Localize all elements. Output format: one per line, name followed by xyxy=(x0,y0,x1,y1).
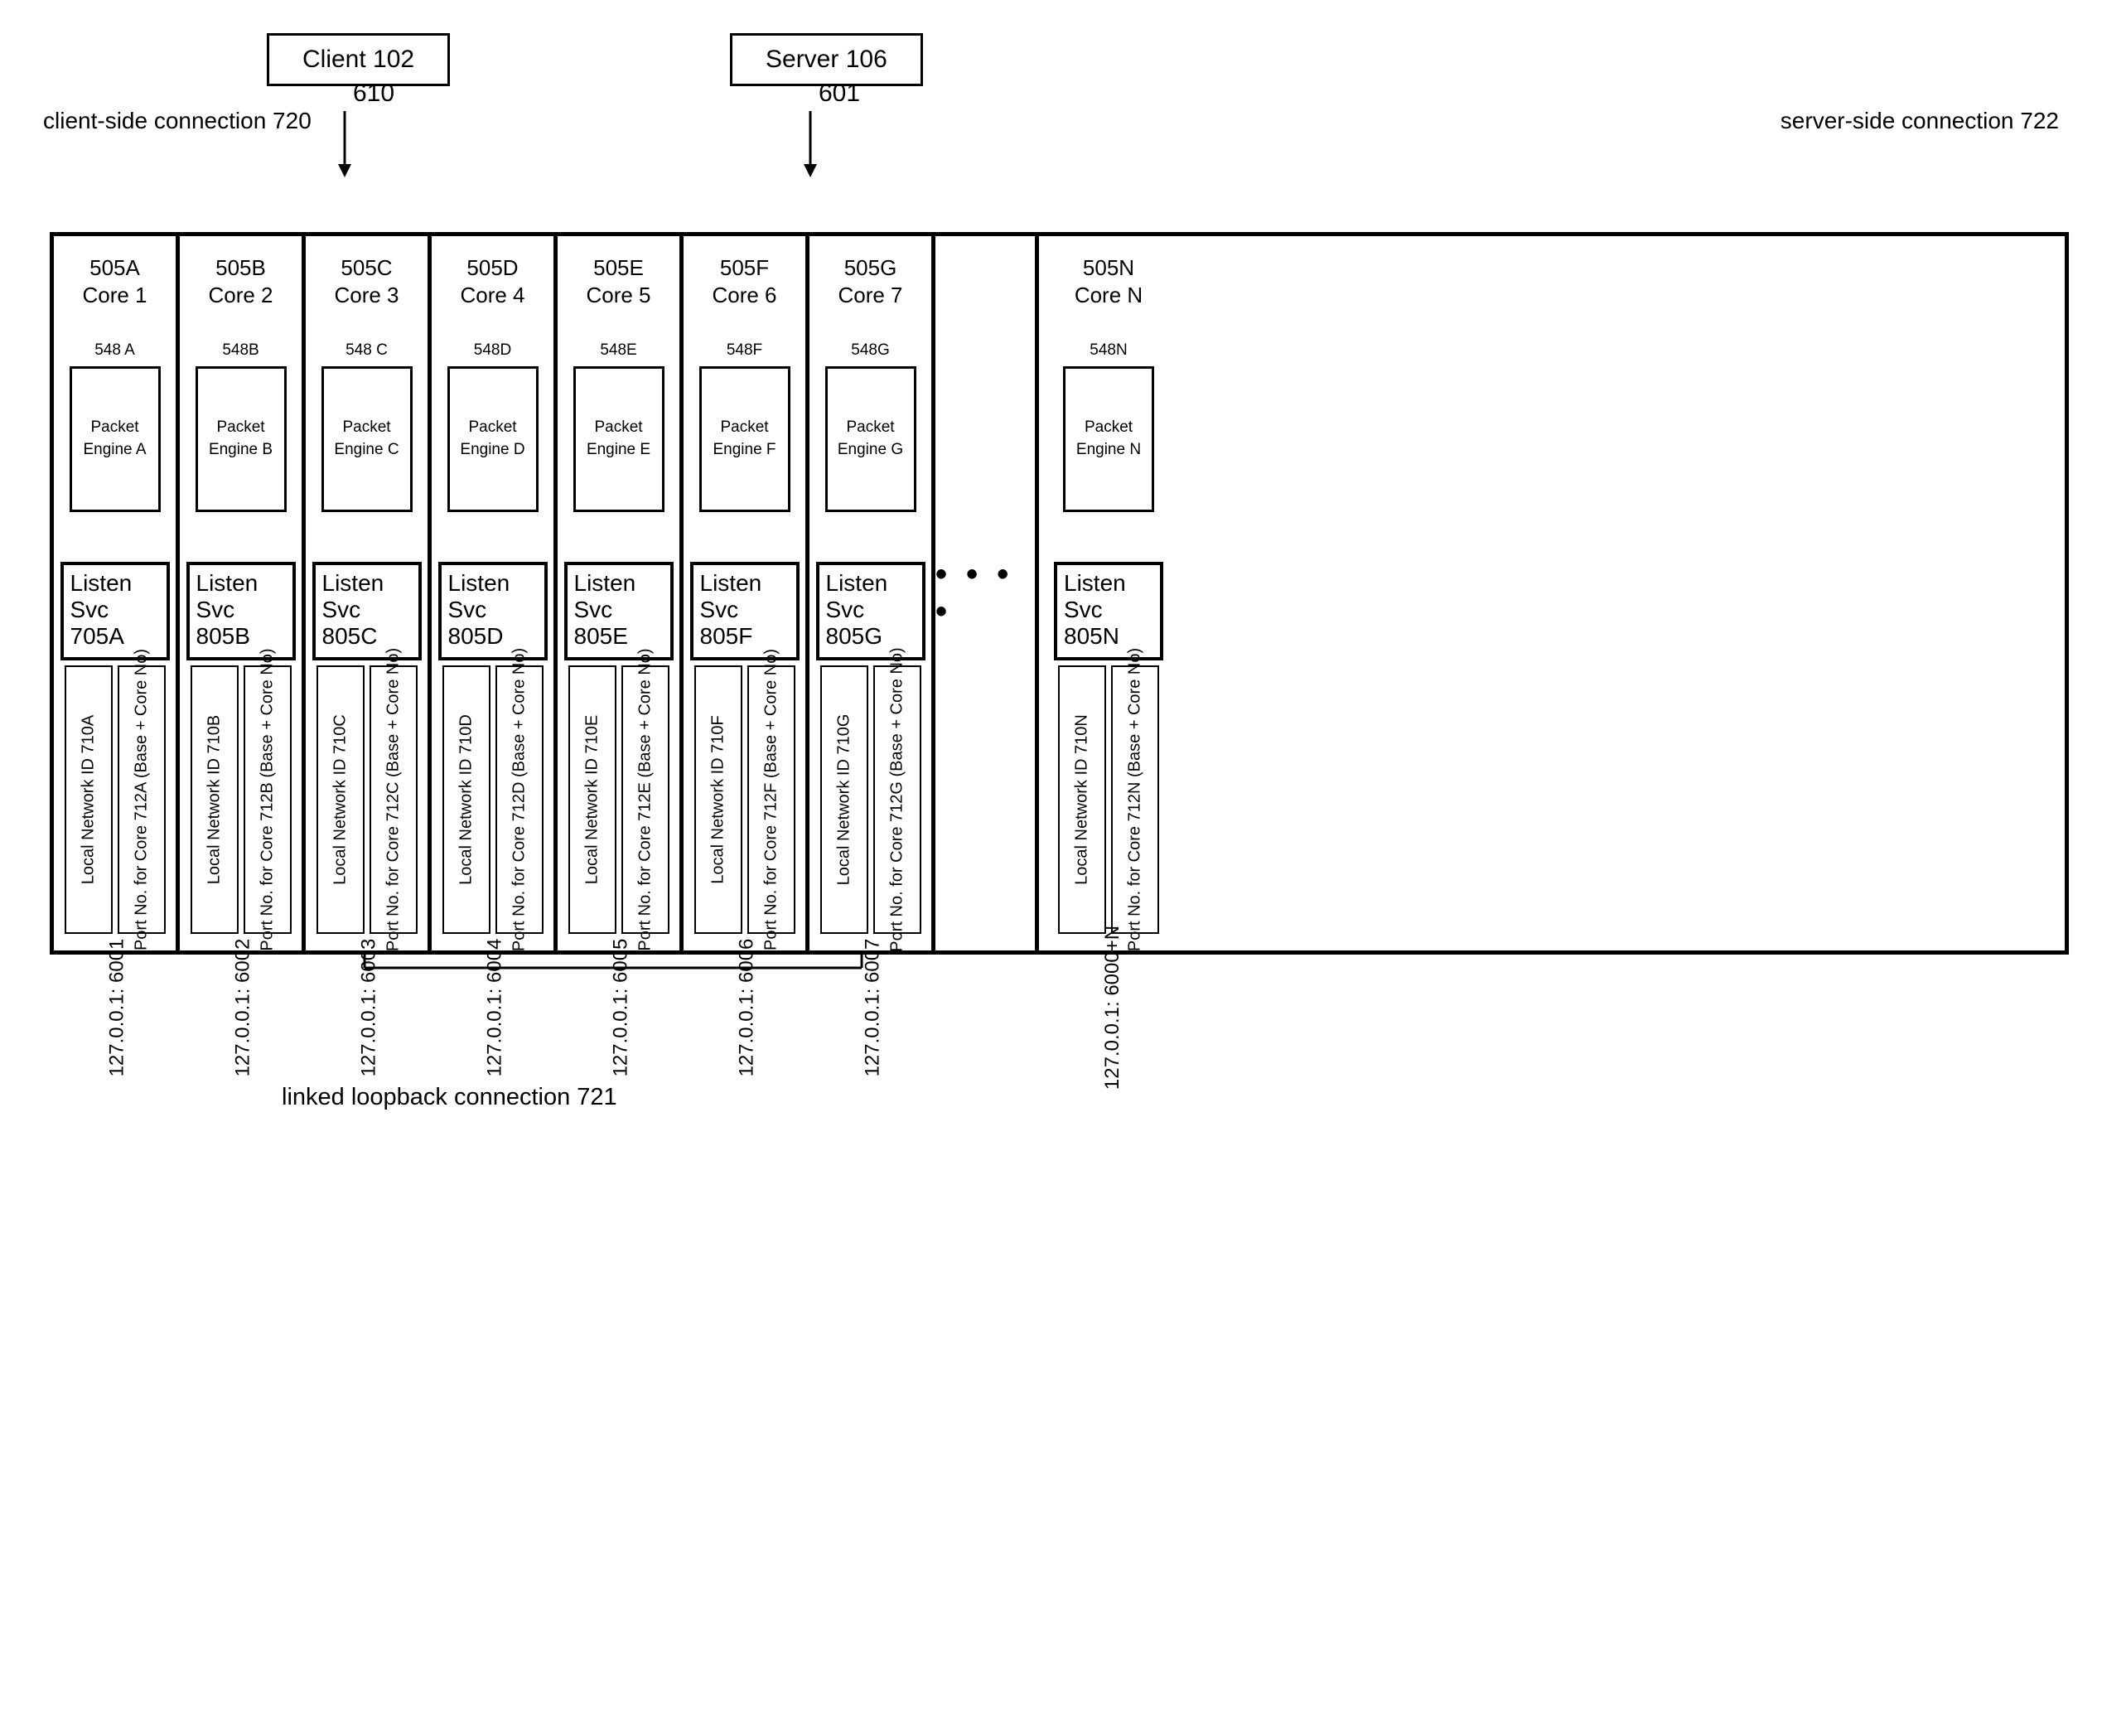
port-no-box: Port No. for Core 712E (Base + Core No) xyxy=(621,665,669,934)
core-name: Core 4 xyxy=(460,283,524,307)
core-name: Core 2 xyxy=(208,283,273,307)
arrow-right-num: 601 xyxy=(819,80,860,108)
listen-svc-box: ListenSvc805B xyxy=(186,562,296,660)
port-no-box: Port No. for Core 712B (Base + Core No) xyxy=(244,665,292,934)
packet-engine-box: Packet Engine C xyxy=(321,366,413,512)
core-rack: 505A Core 1 548 A Packet Engine A ListenS… xyxy=(50,232,2069,955)
ip-label: 127.0.0.1: 6005 xyxy=(576,938,665,1076)
core-name: Core 3 xyxy=(334,283,399,307)
local-net-id-box: Local Network ID 710E xyxy=(568,665,616,934)
core-name: Core 1 xyxy=(82,283,147,307)
core-id: 505N xyxy=(1083,255,1134,280)
packet-engine-box: Packet Engine G xyxy=(825,366,916,512)
packet-engine-box: Packet Engine A xyxy=(70,366,161,512)
ip-label: 127.0.0.1: 6002 xyxy=(198,938,288,1076)
pe-label: 548E xyxy=(600,341,636,360)
ip-label: 127.0.0.1: 6006 xyxy=(702,938,791,1076)
core-id: 505F xyxy=(720,255,769,280)
listen-svc-box: ListenSvc805C xyxy=(312,562,422,660)
pe-label: 548F xyxy=(727,341,762,360)
ip-label: 127.0.0.1: 6004 xyxy=(450,938,539,1076)
arrow-down-icon xyxy=(335,111,355,177)
listen-svc-box: ListenSvc805G xyxy=(816,562,925,660)
core-name: Core 5 xyxy=(586,283,650,307)
client-node: Client 102 xyxy=(267,33,450,86)
core-column: 505D Core 4 548D Packet Engine D ListenSv… xyxy=(432,236,558,950)
local-net-id-box: Local Network ID 710G xyxy=(820,665,868,934)
local-net-id-box: Local Network ID 710N xyxy=(1058,665,1106,934)
core-column: 505E Core 5 548E Packet Engine E ListenSv… xyxy=(558,236,684,950)
listen-svc-box: ListenSvc705A xyxy=(60,562,170,660)
local-net-id-box: Local Network ID 710D xyxy=(442,665,490,934)
core-column: 505N Core N 548N Packet Engine N ListenSv… xyxy=(1039,236,1178,950)
ip-label: 127.0.0.1: 6007 xyxy=(828,938,917,1076)
core-name: Core 6 xyxy=(712,283,776,307)
packet-engine-box: Packet Engine D xyxy=(447,366,539,512)
core-name: Core N xyxy=(1075,283,1143,307)
listen-svc-box: ListenSvc805N xyxy=(1054,562,1163,660)
core-id: 505A xyxy=(89,255,140,280)
core-column: 505F Core 6 548F Packet Engine F ListenSv… xyxy=(684,236,809,950)
listen-svc-box: ListenSvc805D xyxy=(438,562,548,660)
listen-svc-box: ListenSvc805F xyxy=(690,562,800,660)
pe-label: 548D xyxy=(474,341,511,360)
local-net-id-box: Local Network ID 710F xyxy=(694,665,742,934)
port-no-box: Port No. for Core 712D (Base + Core No) xyxy=(495,665,544,934)
port-no-box: Port No. for Core 712N (Base + Core No) xyxy=(1111,665,1159,934)
listen-svc-box: ListenSvc805E xyxy=(564,562,674,660)
packet-engine-box: Packet Engine F xyxy=(699,366,790,512)
core-id: 505C xyxy=(341,255,392,280)
core-column: 505B Core 2 548B Packet Engine B ListenSv… xyxy=(180,236,306,950)
core-id: 505G xyxy=(844,255,897,280)
arrow-left-num: 610 xyxy=(353,80,394,108)
core-id: 505B xyxy=(215,255,266,280)
pe-label: 548G xyxy=(851,341,889,360)
local-net-id-box: Local Network ID 710C xyxy=(317,665,365,934)
core-column: 505C Core 3 548 C Packet Engine C ListenS… xyxy=(306,236,432,950)
server-node: Server 106 xyxy=(730,33,923,86)
client-connection-label: client-side connection 720 xyxy=(43,108,312,134)
packet-engine-box: Packet Engine E xyxy=(573,366,664,512)
pe-label: 548N xyxy=(1090,341,1127,360)
local-net-id-box: Local Network ID 710A xyxy=(65,665,113,934)
arrow-down-icon xyxy=(800,111,820,177)
pe-label: 548 C xyxy=(346,341,388,360)
core-id: 505D xyxy=(466,255,518,280)
server-connection-label: server-side connection 722 xyxy=(1781,108,2059,134)
port-no-box: Port No. for Core 712C (Base + Core No) xyxy=(370,665,418,934)
core-id: 505E xyxy=(593,255,644,280)
ellipsis-icon: • • • • xyxy=(935,556,1035,631)
packet-engine-box: Packet Engine N xyxy=(1063,366,1154,512)
pe-label: 548 A xyxy=(94,341,135,360)
port-no-box: Port No. for Core 712G (Base + Core No) xyxy=(873,665,921,934)
packet-engine-box: Packet Engine B xyxy=(196,366,287,512)
ip-label: 127.0.0.1: 6001 xyxy=(72,938,162,1076)
core-column: 505G Core 7 548G Packet Engine G ListenSv… xyxy=(809,236,935,950)
loopback-label: linked loopback connection 721 xyxy=(282,1084,2069,1111)
ellipsis-gap: • • • • xyxy=(935,236,1039,950)
core-name: Core 7 xyxy=(838,283,902,307)
pe-label: 548B xyxy=(222,341,259,360)
ip-label: 127.0.0.1: 6003 xyxy=(324,938,413,1076)
core-column: 505A Core 1 548 A Packet Engine A ListenS… xyxy=(54,236,180,950)
ip-label: 127.0.0.1: 6000+N xyxy=(1068,925,1157,1089)
port-no-box: Port No. for Core 712A (Base + Core No) xyxy=(118,665,166,934)
port-no-box: Port No. for Core 712F (Base + Core No) xyxy=(747,665,795,934)
local-net-id-box: Local Network ID 710B xyxy=(191,665,239,934)
